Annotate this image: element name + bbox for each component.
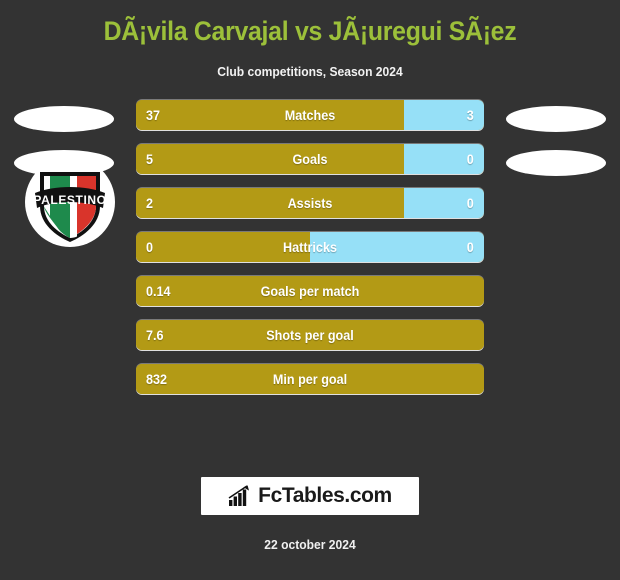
brand-name: FcTables.com: [258, 484, 392, 507]
club-badge-banner-text: PALESTINO: [33, 193, 106, 207]
home-player-photo-placeholder-top: [14, 106, 114, 132]
stat-label: Matches: [284, 107, 336, 123]
stat-label: Min per goal: [272, 371, 348, 387]
stat-row: 0 0 Hattricks: [136, 232, 484, 262]
away-player-photo-placeholder-bottom: [506, 150, 606, 176]
club-badge-palestino: PALESTINO: [25, 157, 115, 247]
stat-row: 832 Min per goal: [136, 364, 484, 394]
stat-away-value: 3: [466, 107, 474, 123]
stat-away-value: 0: [466, 195, 474, 211]
footer-date: 22 october 2024: [264, 537, 356, 552]
stat-away-value: 0: [466, 239, 474, 255]
stat-label: Goals: [292, 151, 328, 167]
comparison-area: PALESTINO 37 3 Matches 5 0 Goals 2 0 Assists 0 0 Ha…: [0, 100, 620, 400]
header: DÃ¡vila Carvajal vs JÃ¡uregui SÃ¡ez Club…: [0, 0, 620, 79]
page-title: DÃ¡vila Carvajal vs JÃ¡uregui SÃ¡ez: [103, 16, 517, 46]
stat-home-value: 0: [146, 239, 154, 255]
stat-row: 0.14 Goals per match: [136, 276, 484, 306]
stat-bar-list: 37 3 Matches 5 0 Goals 2 0 Assists 0 0 Hattricks 0.1…: [136, 100, 484, 408]
stat-row: 7.6 Shots per goal: [136, 320, 484, 350]
away-player-photo-placeholder-top: [506, 106, 606, 132]
stat-home-value: 5: [146, 151, 154, 167]
footer: FcTables.com 22 october 2024: [0, 477, 620, 580]
stat-row: 5 0 Goals: [136, 144, 484, 174]
stat-label: Goals per match: [260, 283, 360, 299]
stat-label: Hattricks: [283, 239, 337, 255]
stat-label: Assists: [287, 195, 333, 211]
stat-away-value: 0: [466, 151, 474, 167]
stat-label: Shots per goal: [266, 327, 354, 343]
bar-chart-growth-icon: [228, 485, 250, 506]
page-subtitle: Club competitions, Season 2024: [217, 64, 403, 79]
brand-logo[interactable]: FcTables.com: [201, 477, 419, 515]
stat-row: 37 3 Matches: [136, 100, 484, 130]
stat-home-value: 2: [146, 195, 154, 211]
stat-row: 2 0 Assists: [136, 188, 484, 218]
